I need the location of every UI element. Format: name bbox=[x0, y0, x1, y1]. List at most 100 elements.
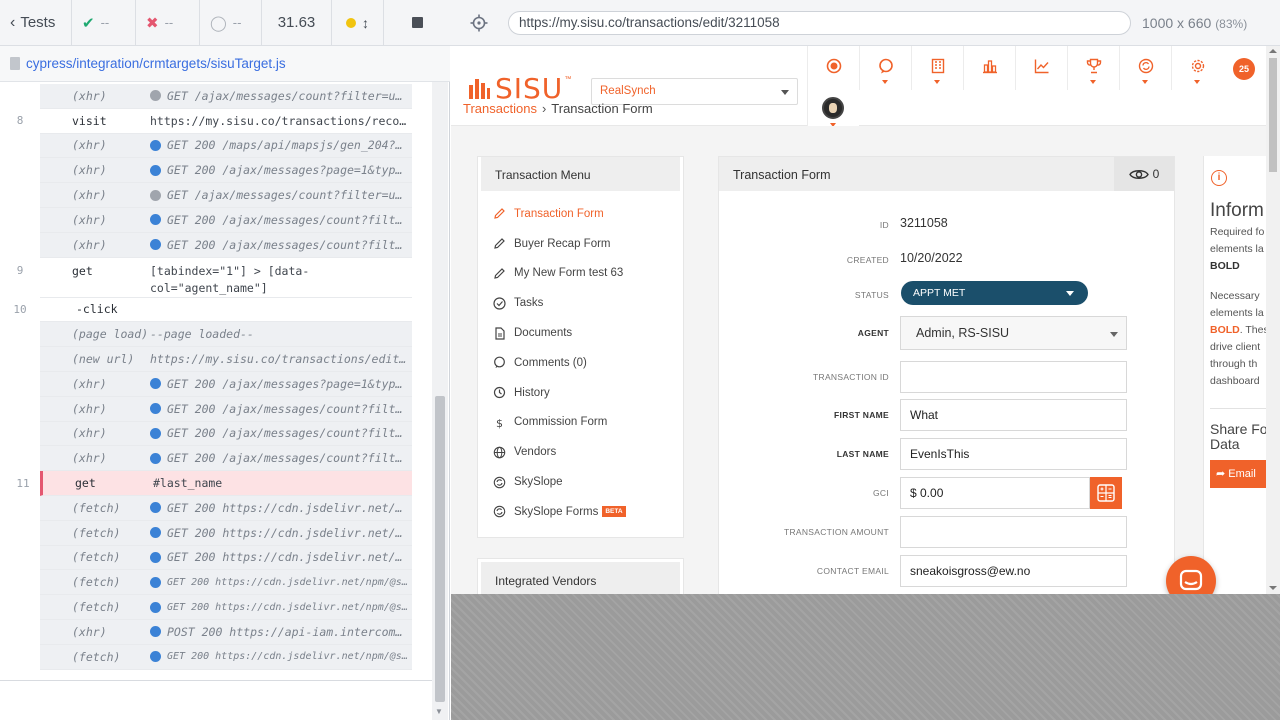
command-message-text: https://my.sisu.co/transactions/edit/321… bbox=[150, 352, 408, 367]
chevron-down-icon bbox=[1066, 291, 1074, 296]
pending-stat: ◯ -- bbox=[200, 0, 262, 46]
scrollbar-thumb[interactable] bbox=[435, 396, 445, 702]
status-dot-icon bbox=[150, 626, 161, 638]
log-row[interactable]: (xhr) GET 200 /ajax/messages/count?filter… bbox=[40, 207, 412, 233]
agent-select[interactable]: Admin, RS-SISU bbox=[900, 316, 1127, 350]
nav-line-chart-button[interactable] bbox=[1015, 46, 1067, 90]
nav-settings-dropdown-icon bbox=[1194, 80, 1200, 84]
menu-item-skyslope[interactable]: SkySlope bbox=[478, 467, 683, 497]
command-name: (xhr) bbox=[72, 376, 107, 391]
command-row[interactable]: 9 get [tabindex="1"] > [data-col="agent_na… bbox=[17, 257, 412, 298]
menu-item-vendors[interactable]: Vendors bbox=[478, 437, 683, 467]
command-name: -click bbox=[76, 302, 118, 317]
log-row[interactable]: (xhr) GET 200 /maps/api/mapsjs/gen_204?cs… bbox=[40, 133, 412, 159]
nav-sync-button[interactable] bbox=[1119, 46, 1171, 90]
site-scrollbar[interactable] bbox=[1266, 46, 1280, 594]
back-label: Tests bbox=[20, 14, 56, 31]
contact-email-input[interactable]: sneakoisgross@ew.no bbox=[900, 555, 1127, 587]
nav-settings-button[interactable] bbox=[1171, 46, 1223, 90]
site-scrollbar-thumb[interactable] bbox=[1269, 58, 1277, 172]
viewport-size: 1000 x 660 bbox=[1142, 15, 1212, 31]
menu-item-comments-0[interactable]: Comments (0) bbox=[478, 348, 683, 378]
nav-bar-chart-button[interactable] bbox=[963, 46, 1015, 90]
first-name-input[interactable]: What bbox=[900, 399, 1127, 431]
menu-item-buyer-recap-form[interactable]: Buyer Recap Form bbox=[478, 229, 683, 259]
command-row[interactable]: 8 visit https://my.sisu.co/transactions/re… bbox=[17, 108, 412, 134]
log-row[interactable]: (xhr) GET 200 /ajax/messages/count?filter… bbox=[40, 232, 412, 258]
log-row[interactable]: (fetch) GET 200 https://cdn.jsdelivr.net/… bbox=[40, 570, 412, 596]
spec-path-bar[interactable]: cypress/integration/crmtargets/sisuTarge… bbox=[0, 46, 450, 82]
command-message: --page loaded-- bbox=[150, 327, 408, 341]
menu-item-my-new-form-test-63[interactable]: My New Form test 63 bbox=[478, 259, 683, 289]
field-transaction-id: TRANSACTION ID bbox=[719, 361, 1176, 393]
selector-playground-icon[interactable] bbox=[470, 14, 488, 32]
menu-item-skyslope-forms[interactable]: SkySlope Forms BETA bbox=[478, 497, 683, 527]
notification-badge[interactable]: 25 bbox=[1233, 58, 1255, 80]
scroll-up-icon[interactable] bbox=[1269, 49, 1277, 53]
stop-button[interactable] bbox=[384, 0, 450, 46]
transaction-amount-input[interactable] bbox=[900, 516, 1127, 548]
menu-item-tasks[interactable]: Tasks bbox=[478, 288, 683, 318]
command-message-text: GET 200 /ajax/messages?page=1&type=all bbox=[167, 376, 408, 391]
gci-input[interactable]: $ 0.00 bbox=[900, 477, 1090, 509]
command-message-text: GET 200 https://cdn.jsdelivr.net/npm/@sh… bbox=[167, 525, 408, 540]
log-row[interactable]: (xhr) GET 200 /ajax/messages/count?filter… bbox=[40, 396, 412, 422]
command-row[interactable]: 10 -click bbox=[13, 297, 412, 323]
log-row[interactable]: (xhr) GET /ajax/messages/count?filter=unr… bbox=[40, 84, 412, 109]
email-button-label: Email bbox=[1228, 468, 1256, 480]
log-row[interactable]: (fetch) GET 200 https://cdn.jsdelivr.net/… bbox=[40, 595, 412, 620]
log-row[interactable]: (fetch) GET 200 https://cdn.jsdelivr.net/… bbox=[40, 545, 412, 571]
reporter-scrollbar[interactable]: ▼ bbox=[432, 82, 448, 720]
status-select[interactable]: APPT MET bbox=[901, 281, 1088, 305]
log-row[interactable]: (new url) https://my.sisu.co/transactions… bbox=[40, 347, 412, 372]
nav-trophy-button[interactable] bbox=[1067, 46, 1119, 90]
nav-record-button[interactable] bbox=[807, 46, 859, 90]
transaction-id-label: TRANSACTION ID bbox=[813, 372, 889, 382]
breadcrumb-transactions-link[interactable]: Transactions bbox=[463, 101, 537, 116]
dollar-icon: $ bbox=[492, 415, 506, 429]
log-row[interactable]: (xhr) GET /ajax/messages/count?filter=unr… bbox=[40, 183, 412, 208]
globe-icon bbox=[492, 445, 506, 459]
scroll-down-icon[interactable] bbox=[1269, 586, 1277, 590]
last-name-input[interactable]: EvenIsThis bbox=[900, 438, 1127, 470]
command-log: (xhr) GET /ajax/messages/count?filter=unr… bbox=[0, 82, 432, 680]
command-message: GET 200 https://cdn.jsdelivr.net/npm/@sh… bbox=[150, 651, 408, 663]
view-count-value: 0 bbox=[1152, 167, 1160, 181]
menu-item-history[interactable]: History bbox=[478, 378, 683, 408]
command-message: GET 200 https://cdn.jsdelivr.net/npm/@sh… bbox=[150, 550, 408, 564]
transaction-id-input[interactable] bbox=[900, 361, 1127, 393]
sisu-logo[interactable]: SISU ™ bbox=[469, 75, 571, 103]
back-to-tests-button[interactable]: ‹ Tests bbox=[0, 0, 72, 46]
chevron-down-icon bbox=[781, 90, 789, 95]
info-p2-line2: elements la bbox=[1210, 307, 1264, 319]
command-message: GET /ajax/messages/count?filter=unread bbox=[150, 188, 408, 202]
breadcrumb-separator: › bbox=[541, 101, 547, 116]
menu-item-label: Transaction Form bbox=[514, 207, 604, 220]
log-row[interactable]: (fetch) GET 200 https://cdn.jsdelivr.net/… bbox=[40, 495, 412, 521]
log-row[interactable]: (fetch) GET 200 https://cdn.jsdelivr.net/… bbox=[40, 520, 412, 546]
menu-item-commission-form[interactable]: $ Commission Form bbox=[478, 408, 683, 438]
status-dot-icon bbox=[150, 189, 161, 201]
menu-item-transaction-form[interactable]: Transaction Form bbox=[478, 199, 683, 229]
menu-item-documents[interactable]: Documents bbox=[478, 318, 683, 348]
trophy-icon bbox=[1086, 58, 1101, 74]
log-row[interactable]: (xhr) GET 200 /ajax/messages?page=1&type=… bbox=[40, 371, 412, 397]
aut-url-field[interactable]: https://my.sisu.co/transactions/edit/321… bbox=[508, 11, 1131, 35]
log-row[interactable]: (xhr) POST 200 https://api-iam.intercom.i… bbox=[40, 619, 412, 645]
log-row[interactable]: (xhr) GET 200 /ajax/messages?page=1&type=… bbox=[40, 158, 412, 184]
log-row[interactable]: (xhr) GET 200 /ajax/messages/count?filter… bbox=[40, 421, 412, 447]
record-icon bbox=[826, 58, 841, 74]
log-row[interactable]: (page load) --page loaded-- bbox=[40, 322, 412, 348]
info-p2-line4: drive client bbox=[1210, 341, 1261, 353]
status-dot-icon bbox=[150, 527, 161, 539]
nav-chat-button[interactable] bbox=[859, 46, 911, 90]
log-row[interactable]: (xhr) GET 200 /ajax/messages/count?filter… bbox=[40, 446, 412, 472]
command-message: GET 200 https://cdn.jsdelivr.net/npm/@sh… bbox=[150, 501, 408, 515]
auto-scroll-toggle[interactable]: ↕ bbox=[332, 0, 384, 46]
nav-building-button[interactable] bbox=[911, 46, 963, 90]
gci-calculator-button[interactable] bbox=[1090, 477, 1122, 509]
scroll-down-icon[interactable]: ▼ bbox=[435, 707, 443, 716]
info-p2-line3: BOLD. Thes bbox=[1210, 322, 1269, 339]
log-row[interactable]: (fetch) GET 200 https://cdn.jsdelivr.net/… bbox=[40, 644, 412, 670]
command-row[interactable]: 11 get #last_name bbox=[16, 471, 412, 496]
